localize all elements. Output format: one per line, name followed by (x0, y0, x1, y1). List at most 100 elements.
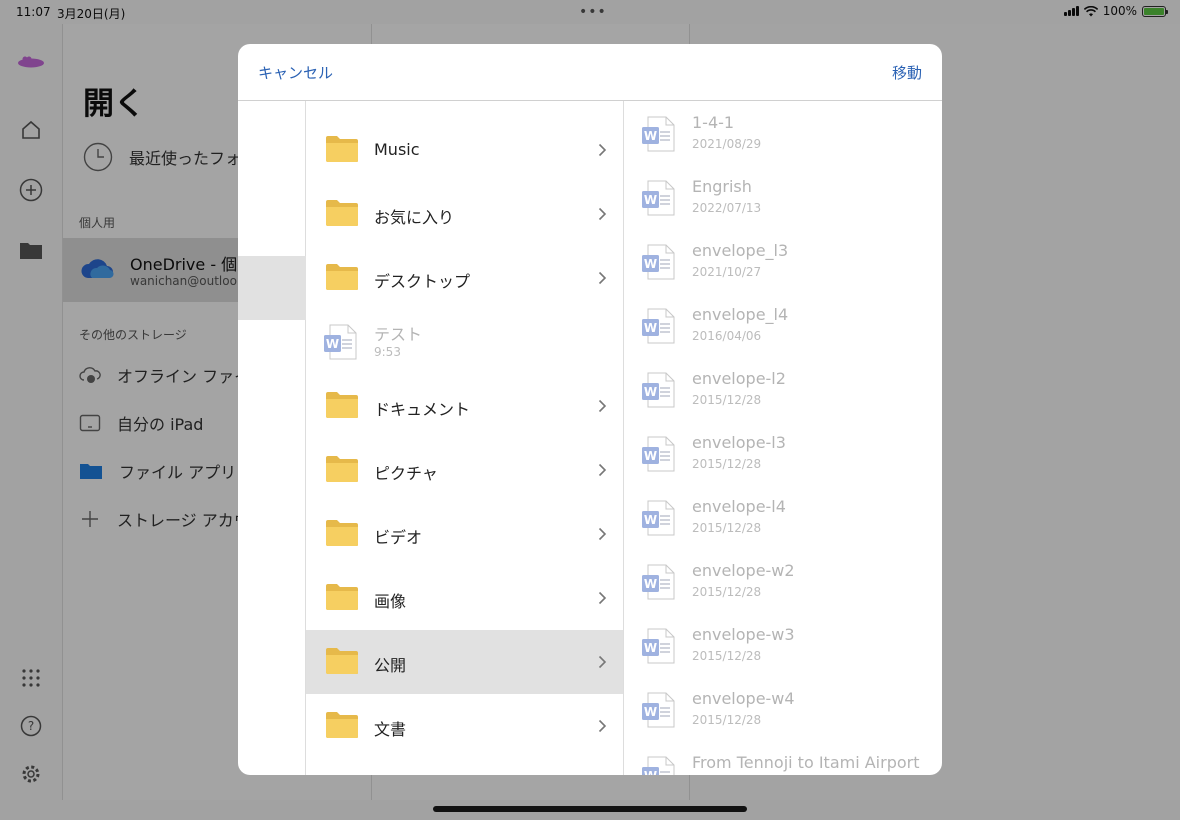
folder-icon (325, 199, 359, 231)
folder-label: 公開 (374, 656, 407, 675)
svg-text:W: W (326, 337, 339, 351)
folder-row[interactable]: デスクトップ (306, 246, 623, 310)
file-name: envelope-w4 (692, 689, 795, 708)
folder-row[interactable]: 文書 (306, 694, 623, 758)
svg-text:W: W (644, 321, 657, 335)
folder-icon (325, 647, 359, 679)
folder-label: 文書 (374, 720, 407, 739)
folder-icon (325, 135, 359, 167)
svg-text:W: W (644, 705, 657, 719)
folder-label: ビデオ (374, 528, 423, 547)
chevron-right-icon (598, 718, 607, 737)
file-row[interactable]: Wenvelope-w2 2015/12/28 (624, 550, 942, 614)
file-date: 2015/12/28 (692, 457, 762, 471)
browser-column-folders: Music お気に入りデスクトップ W テスト 9:53 ドキュメント ピクチャビデオ画像公… (306, 101, 624, 775)
file-name: From Tennoji to Itami Airport (692, 753, 920, 772)
folder-icon (325, 583, 359, 615)
file-date: 2022/07/13 (692, 201, 762, 215)
file-row[interactable]: W From Tennoji to Itami Airport (624, 742, 942, 775)
file-date: 2015/12/28 (692, 393, 762, 407)
folder-icon (325, 455, 359, 487)
word-document-icon: W (640, 627, 678, 669)
file-name: envelope-w3 (692, 625, 795, 644)
svg-text:W: W (644, 129, 657, 143)
file-date: 2021/08/29 (692, 137, 762, 151)
folder-row[interactable]: ビデオ (306, 502, 623, 566)
root-selected-row[interactable] (238, 256, 306, 320)
cancel-button[interactable]: キャンセル (258, 62, 333, 83)
word-document-icon: W (640, 563, 678, 605)
word-document-icon: W (640, 243, 678, 285)
folder-row[interactable]: Music (306, 118, 623, 182)
file-name: envelope-l4 (692, 497, 786, 516)
chevron-right-icon (598, 462, 607, 481)
word-document-icon: W (640, 115, 678, 157)
file-date: 2016/04/06 (692, 329, 762, 343)
move-button[interactable]: 移動 (892, 62, 922, 83)
file-date: 2015/12/28 (692, 585, 762, 599)
folder-row[interactable]: お気に入り (306, 182, 623, 246)
file-row[interactable]: Wenvelope-w3 2015/12/28 (624, 614, 942, 678)
document-date: 9:53 (374, 345, 401, 359)
svg-text:W: W (644, 641, 657, 655)
word-document-icon: W (640, 691, 678, 733)
file-date: 2021/10/27 (692, 265, 762, 279)
svg-text:W: W (644, 449, 657, 463)
folder-label: ドキュメント (374, 400, 471, 419)
folder-label: ピクチャ (374, 464, 438, 483)
chevron-right-icon (598, 270, 607, 289)
move-dialog: キャンセル 移動 Music お気に入りデスクトップ W テスト 9:53 ドキュメントピ… (238, 44, 942, 775)
svg-text:W: W (644, 513, 657, 527)
file-name: 1-4-1 (692, 113, 735, 132)
folder-label: デスクトップ (374, 272, 471, 291)
svg-text:W: W (644, 385, 657, 399)
file-row[interactable]: Wenvelope-l2 2015/12/28 (624, 358, 942, 422)
folder-row[interactable]: ドキュメント (306, 374, 623, 438)
folder-label: 画像 (374, 592, 407, 611)
file-name: Engrish (692, 177, 752, 196)
chevron-right-icon (598, 206, 607, 225)
svg-text:W: W (644, 193, 657, 207)
word-document-icon: W (640, 179, 678, 221)
dialog-header: キャンセル 移動 (238, 44, 942, 101)
svg-text:W: W (644, 769, 657, 775)
folder-row[interactable]: 公開 (306, 630, 623, 694)
file-row[interactable]: W 1-4-1 2021/08/29 (624, 102, 942, 166)
file-name: envelope-l2 (692, 369, 786, 388)
chevron-right-icon (598, 654, 607, 673)
file-date: 2015/12/28 (692, 649, 762, 663)
file-name: envelope-w2 (692, 561, 795, 580)
folder-label: お気に入り (374, 208, 455, 227)
chevron-right-icon (598, 142, 607, 161)
chevron-right-icon (598, 590, 607, 609)
document-row[interactable]: W テスト 9:53 (306, 310, 623, 374)
browser-column-files: W 1-4-1 2021/08/29 W Engrish 2022/07/13 Wenvel… (624, 101, 942, 775)
folder-icon (325, 391, 359, 423)
folder-row[interactable]: ピクチャ (306, 438, 623, 502)
file-row[interactable]: W Engrish 2022/07/13 (624, 166, 942, 230)
file-row[interactable]: Wenvelope-l3 2015/12/28 (624, 422, 942, 486)
word-document-icon: W (640, 435, 678, 477)
svg-text:W: W (644, 257, 657, 271)
document-name: テスト (374, 325, 423, 344)
svg-text:W: W (644, 577, 657, 591)
word-document-icon: W (322, 323, 360, 365)
folder-label: Music (374, 140, 420, 159)
word-document-icon: W (640, 371, 678, 413)
file-row[interactable]: Wenvelope_l4 2016/04/06 (624, 294, 942, 358)
folder-icon (325, 519, 359, 551)
chevron-right-icon (598, 526, 607, 545)
home-indicator[interactable] (433, 806, 747, 812)
folder-icon (325, 711, 359, 743)
file-name: envelope_l4 (692, 305, 789, 324)
word-document-icon: W (640, 307, 678, 349)
file-date: 2015/12/28 (692, 713, 762, 727)
file-row[interactable]: Wenvelope_l3 2021/10/27 (624, 230, 942, 294)
folder-row[interactable]: 画像 (306, 566, 623, 630)
folder-icon (325, 263, 359, 295)
word-document-icon: W (640, 755, 678, 775)
chevron-right-icon (598, 398, 607, 417)
file-row[interactable]: Wenvelope-w4 2015/12/28 (624, 678, 942, 742)
word-document-icon: W (640, 499, 678, 541)
file-row[interactable]: Wenvelope-l4 2015/12/28 (624, 486, 942, 550)
